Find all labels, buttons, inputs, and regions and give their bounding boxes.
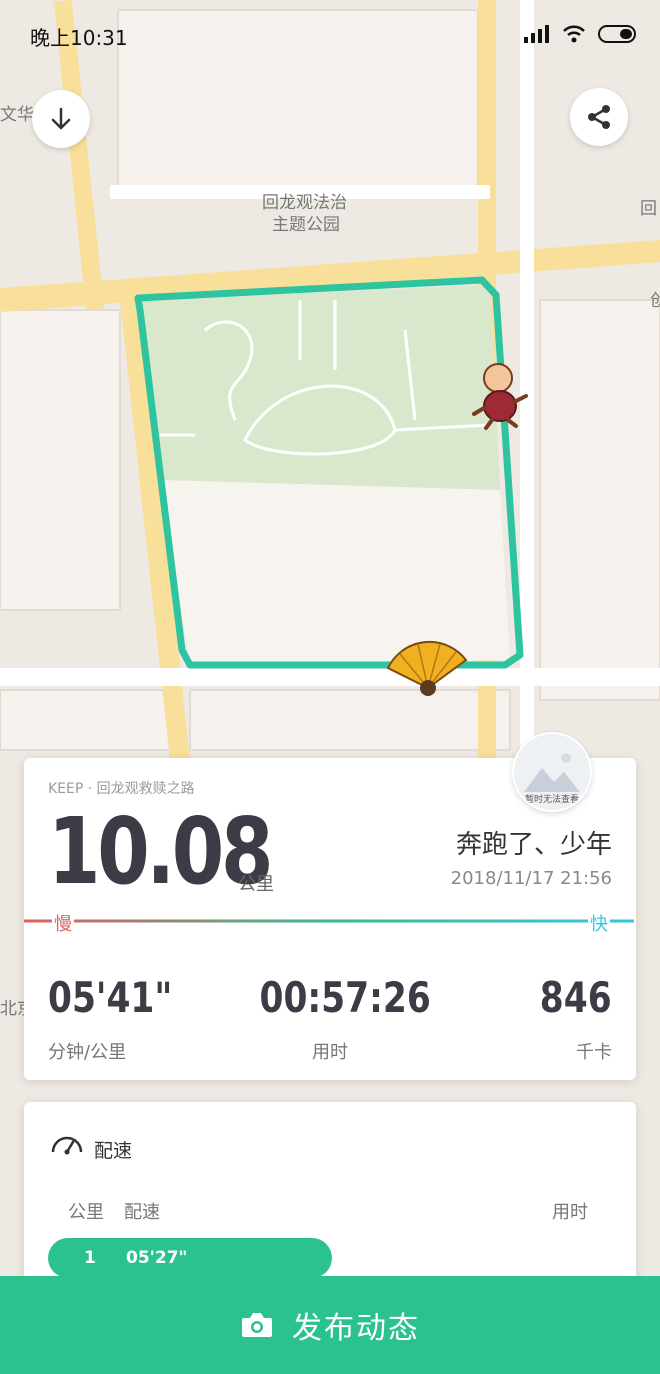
slow-label: 慢 bbox=[52, 910, 74, 936]
share-button[interactable] bbox=[570, 88, 628, 146]
map-label-right-1: 回 bbox=[640, 199, 657, 219]
download-arrow-icon bbox=[51, 107, 71, 130]
column-km: 公里 bbox=[68, 1202, 104, 1223]
share-icon bbox=[588, 105, 610, 129]
duration-value: 00:57:26 bbox=[259, 973, 431, 1022]
run-title: 奔跑了、少年 bbox=[455, 830, 612, 860]
map-label-park-2: 主题公园 bbox=[272, 215, 340, 235]
publish-button[interactable]: 发布动态 bbox=[0, 1276, 660, 1374]
download-button[interactable] bbox=[32, 90, 90, 148]
map-label-right-2: 创 bbox=[650, 291, 660, 311]
pace-label: 分钟/公里 bbox=[48, 1042, 127, 1063]
signal-icon bbox=[524, 25, 549, 43]
camera-icon bbox=[242, 1313, 272, 1337]
status-time: 晚上10:31 bbox=[30, 26, 128, 50]
pace-row: 1 05'27" bbox=[48, 1238, 332, 1278]
pace-value: 05'41" bbox=[48, 973, 173, 1022]
column-time: 用时 bbox=[552, 1202, 588, 1223]
avatar-caption: 暂时无法查看 bbox=[524, 795, 579, 805]
distance-unit: 公里 bbox=[238, 874, 274, 895]
status-bar: 晚上10:31 bbox=[0, 0, 660, 70]
map-label-park-1: 回龙观法治 bbox=[262, 193, 347, 213]
wifi-icon bbox=[563, 25, 585, 43]
calories-label: 千卡 bbox=[576, 1042, 612, 1063]
pace-section-card: 配速 公里 配速 用时 1 05'27" bbox=[24, 1102, 636, 1302]
publish-label: 发布动态 bbox=[292, 1311, 420, 1346]
battery-icon bbox=[598, 25, 636, 43]
run-source: KEEP · 回龙观救赎之路 bbox=[48, 781, 195, 797]
pace-section-title: 配速 bbox=[94, 1140, 133, 1162]
duration-label: 用时 bbox=[312, 1042, 348, 1063]
distance-value: 10.08 bbox=[48, 798, 274, 905]
column-pace: 配速 bbox=[124, 1202, 160, 1223]
speedometer-icon bbox=[51, 1136, 83, 1155]
map-label-left-1: 文华 bbox=[0, 105, 34, 125]
pace-row-pace: 05'27" bbox=[126, 1248, 188, 1268]
fast-label: 快 bbox=[588, 910, 610, 936]
calories-value: 846 bbox=[540, 973, 612, 1022]
pace-gradient-bar bbox=[24, 919, 634, 923]
run-date: 2018/11/17 21:56 bbox=[450, 868, 612, 889]
avatar[interactable]: 暂时无法查看 bbox=[512, 732, 592, 812]
pace-row-km: 1 bbox=[84, 1248, 96, 1268]
